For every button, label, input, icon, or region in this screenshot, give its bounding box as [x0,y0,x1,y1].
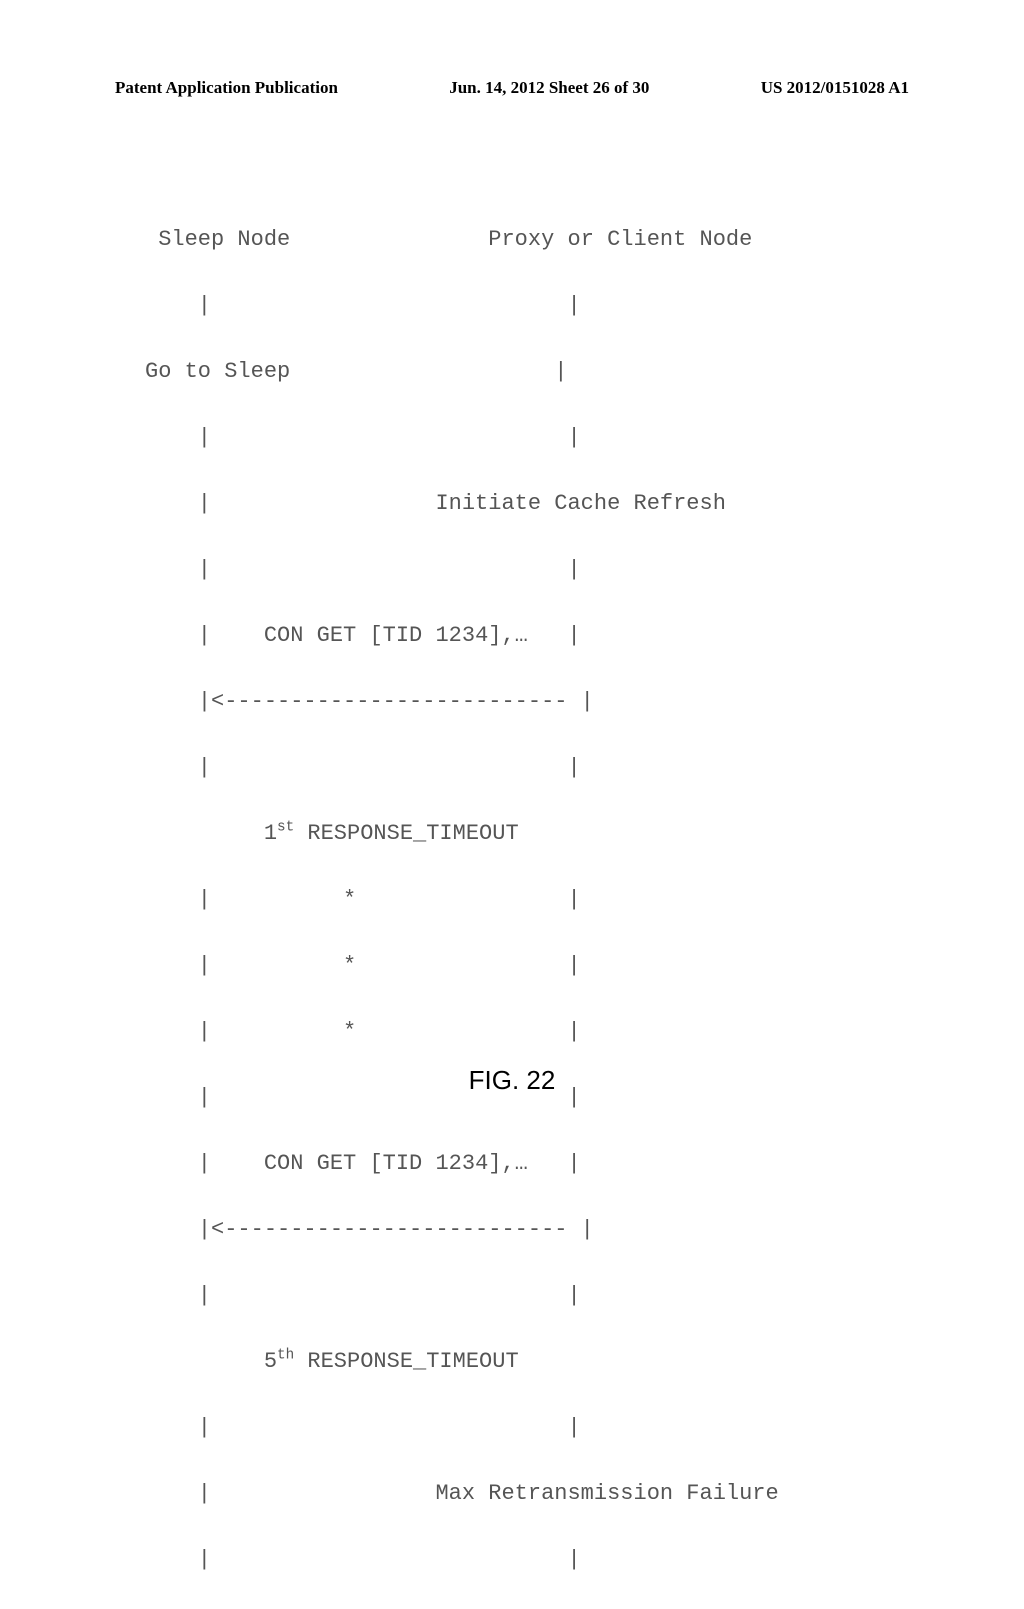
diagram-timeout-1: 1st RESPONSE_TIMEOUT [145,817,909,850]
diagram-con-get-2: | CON GET [TID 1234],… | [145,1147,909,1180]
diagram-rails: | | [145,1411,909,1444]
proxy-client-label: Proxy or Client Node [488,227,752,252]
sequence-diagram: Sleep Node Proxy or Client Node | | Go t… [145,190,909,1609]
diagram-con-get-1: | CON GET [TID 1234],… | [145,619,909,652]
fifth-timeout-label: RESPONSE_TIMEOUT [294,1349,518,1374]
diagram-rails: | | [145,421,909,454]
sleep-node-label: Sleep Node [158,227,290,252]
diagram-header-nodes: Sleep Node Proxy or Client Node [145,223,909,256]
diagram-rails: | | [145,289,909,322]
go-to-sleep-text: Go to Sleep [145,359,290,384]
diagram-arrow-1: |<-------------------------- | [145,685,909,718]
con-get-1-text: CON GET [TID 1234],… [264,623,528,648]
arrow-left-2: |<-------------------------- [198,1217,568,1242]
diagram-timeout-5: 5th RESPONSE_TIMEOUT [145,1345,909,1378]
diagram-initiate: | Initiate Cache Refresh [145,487,909,520]
fifth-ordinal: th [277,1348,294,1364]
diagram-max-retrans: | Max Retransmission Failure [145,1477,909,1510]
diagram-arrow-2: |<-------------------------- | [145,1213,909,1246]
first-timeout-label: RESPONSE_TIMEOUT [294,821,518,846]
figure-label: FIG. 22 [0,1065,1024,1096]
diagram-dots: | * | [145,883,909,916]
diagram-rails: | | [145,751,909,784]
first-ordinal: st [277,820,294,836]
header-right: US 2012/0151028 A1 [761,78,909,98]
page-header: Patent Application Publication Jun. 14, … [115,78,909,98]
diagram-rails: | | [145,1543,909,1576]
max-retransmission-text: Max Retransmission Failure [435,1481,778,1506]
diagram-rails: | | [145,553,909,586]
diagram-sleep: Go to Sleep | [145,355,909,388]
header-left: Patent Application Publication [115,78,338,98]
diagram-dots: | * | [145,1015,909,1048]
con-get-2-text: CON GET [TID 1234],… [264,1151,528,1176]
initiate-cache-text: Initiate Cache Refresh [435,491,725,516]
header-center: Jun. 14, 2012 Sheet 26 of 30 [449,78,649,98]
arrow-left-1: |<-------------------------- [198,689,568,714]
diagram-rails: | | [145,1279,909,1312]
diagram-dots: | * | [145,949,909,982]
